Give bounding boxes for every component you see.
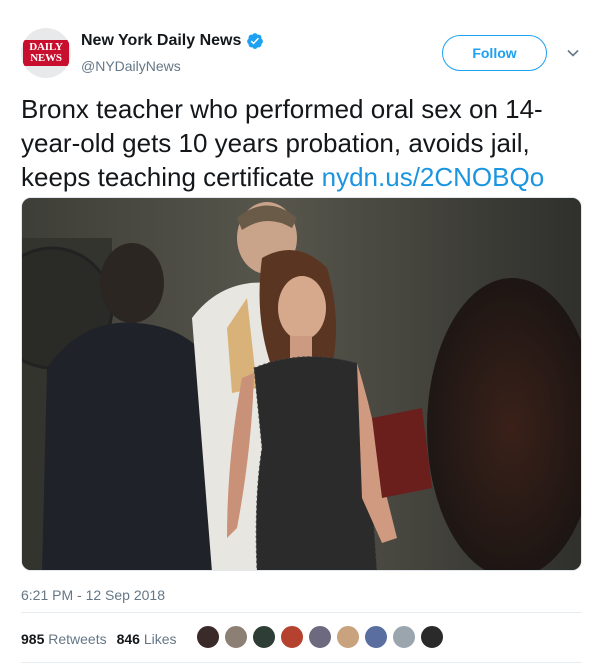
display-name[interactable]: New York Daily News bbox=[81, 32, 241, 50]
name-row: New York Daily News bbox=[81, 32, 264, 50]
liker-avatar[interactable] bbox=[420, 625, 444, 649]
photo-illustration bbox=[22, 198, 581, 570]
liker-avatar[interactable] bbox=[364, 625, 388, 649]
handle[interactable]: @NYDailyNews bbox=[81, 58, 181, 74]
chevron-down-icon[interactable] bbox=[566, 46, 580, 60]
verified-badge-icon bbox=[247, 33, 264, 49]
liker-avatar[interactable] bbox=[392, 625, 416, 649]
liker-avatar[interactable] bbox=[308, 625, 332, 649]
timestamp[interactable]: 6:21 PM - 12 Sep 2018 bbox=[21, 587, 165, 603]
logo-line-2: NEWS bbox=[30, 52, 62, 64]
engagement-stats: 985 Retweets 846 Likes bbox=[21, 631, 177, 647]
tweet-photo[interactable] bbox=[21, 197, 582, 571]
liker-avatar[interactable] bbox=[224, 625, 248, 649]
retweets-count: 985 bbox=[21, 631, 45, 647]
divider-bottom bbox=[21, 662, 582, 663]
follow-button[interactable]: Follow bbox=[442, 35, 547, 71]
likes-count: 846 bbox=[116, 631, 140, 647]
tweet-link[interactable]: nydn.us/2CNOBQo bbox=[322, 162, 545, 192]
retweets-stat[interactable]: 985 Retweets bbox=[21, 631, 107, 647]
liker-avatars bbox=[196, 625, 444, 649]
likes-stat[interactable]: 846 Likes bbox=[117, 631, 177, 647]
liker-avatar[interactable] bbox=[336, 625, 360, 649]
liker-avatar[interactable] bbox=[196, 625, 220, 649]
tweet-card: DAILY NEWS New York Daily News @NYDailyN… bbox=[0, 0, 594, 671]
liker-avatar[interactable] bbox=[280, 625, 304, 649]
daily-news-logo: DAILY NEWS bbox=[23, 40, 69, 66]
divider-top bbox=[21, 612, 582, 613]
avatar[interactable]: DAILY NEWS bbox=[21, 28, 71, 78]
likes-label: Likes bbox=[143, 631, 177, 647]
tweet-text: Bronx teacher who performed oral sex on … bbox=[21, 92, 581, 194]
liker-avatar[interactable] bbox=[252, 625, 276, 649]
retweets-label: Retweets bbox=[48, 631, 107, 647]
